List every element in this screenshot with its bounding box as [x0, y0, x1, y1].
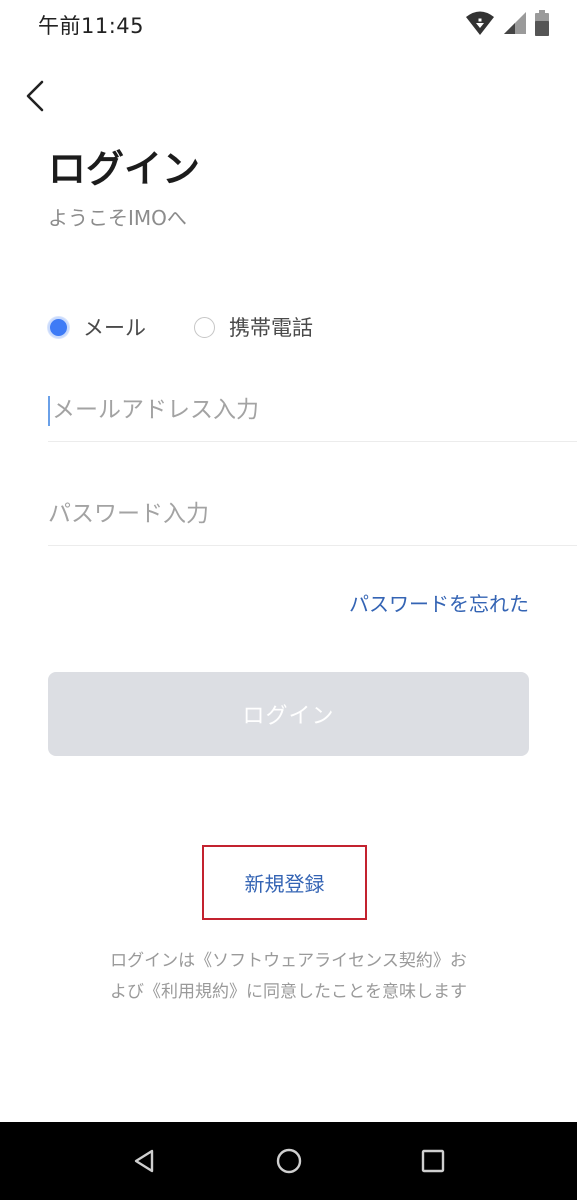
status-bar: 午前11:45: [0, 0, 577, 50]
email-field-container: [48, 380, 577, 442]
page-subtitle: ようこそIMOへ: [48, 206, 187, 230]
email-input[interactable]: [48, 380, 577, 440]
wifi-icon: [465, 10, 495, 40]
back-triangle-icon: [130, 1149, 160, 1180]
radio-label-phone: 携帯電話: [229, 316, 313, 340]
radio-label-email: メール: [83, 316, 146, 340]
login-button[interactable]: ログイン: [48, 672, 529, 756]
page-title: ログイン: [48, 147, 201, 191]
signal-icon: [503, 11, 527, 39]
radio-option-phone[interactable]: 携帯電話: [194, 312, 313, 342]
login-type-radio-group: メール 携帯電話: [48, 312, 361, 342]
battery-icon: [535, 10, 549, 40]
chevron-left-icon: [14, 80, 58, 122]
text-caret: [48, 396, 50, 426]
password-input[interactable]: [48, 484, 577, 544]
back-button[interactable]: [14, 74, 58, 118]
register-link[interactable]: 新規登録: [245, 868, 325, 897]
radio-option-email[interactable]: メール: [48, 312, 146, 342]
register-highlight-box[interactable]: 新規登録: [202, 845, 367, 920]
nav-recents-button[interactable]: [418, 1146, 448, 1176]
recents-square-icon: [418, 1149, 448, 1180]
forgot-password-link[interactable]: パスワードを忘れた: [349, 588, 529, 617]
status-icons: [465, 10, 549, 40]
radio-unselected-icon: [194, 316, 215, 338]
system-nav-bar: [0, 1122, 577, 1200]
nav-home-button[interactable]: [274, 1146, 304, 1176]
radio-selected-icon: [48, 316, 69, 338]
legal-notice: ログインは《ソフトウェアライセンス契約》および《利用規約》に同意したことを意味し…: [110, 951, 467, 1002]
status-time: 午前11:45: [38, 14, 145, 38]
nav-back-button[interactable]: [130, 1146, 160, 1176]
home-circle-icon: [274, 1148, 304, 1180]
password-field-container: [48, 484, 577, 546]
